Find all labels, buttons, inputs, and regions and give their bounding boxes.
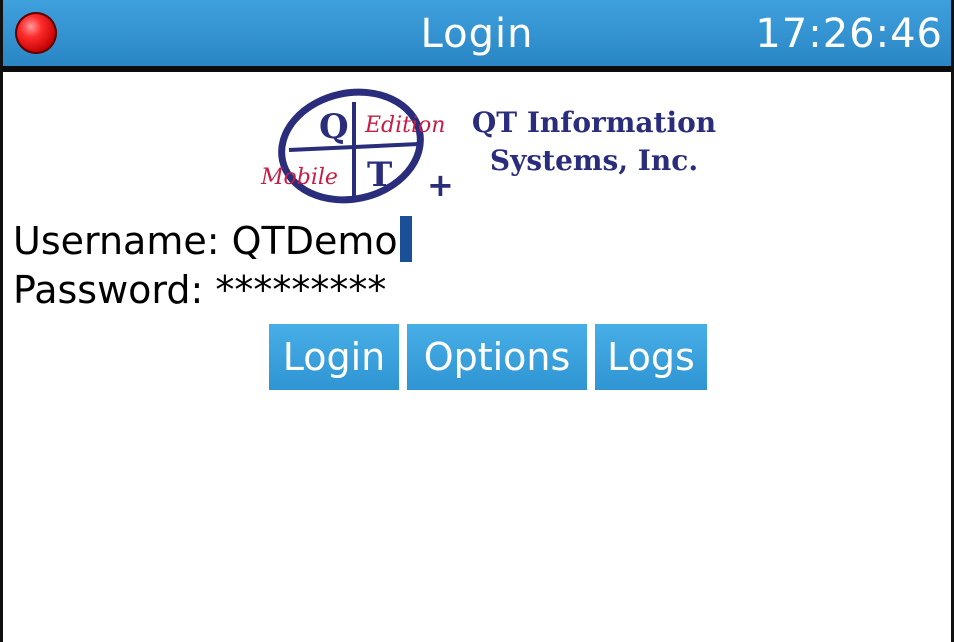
logo-plus: + bbox=[427, 166, 454, 204]
password-label: Password: bbox=[13, 268, 204, 312]
clock-time: 17:26:46 bbox=[755, 11, 943, 57]
qt-logo-icon: Q T Edition Mobile + bbox=[260, 88, 454, 204]
logo-letter-t: T bbox=[367, 155, 392, 195]
company-name-line2: Systems, Inc. bbox=[489, 144, 699, 177]
options-button[interactable]: Options bbox=[407, 324, 587, 390]
username-field[interactable]: Username: QTDemo bbox=[13, 216, 412, 263]
company-logo: Q T Edition Mobile + QT Information Syst… bbox=[259, 82, 729, 214]
password-field[interactable]: Password: ********* bbox=[13, 268, 386, 312]
company-name: QT Information Systems, Inc. bbox=[469, 104, 719, 180]
logo-letter-q: Q bbox=[319, 107, 349, 147]
app-screen: Login 17:26:46 Q T Edition Mobile + QT I… bbox=[0, 0, 954, 642]
text-cursor bbox=[399, 216, 412, 262]
logo-word-mobile: Mobile bbox=[260, 165, 338, 190]
title-bar: Login 17:26:46 bbox=[3, 0, 951, 72]
login-button[interactable]: Login bbox=[269, 324, 399, 390]
password-value[interactable]: ********* bbox=[215, 268, 386, 312]
company-name-line1: QT Information bbox=[471, 106, 717, 139]
username-label: Username: bbox=[13, 219, 220, 263]
logs-button[interactable]: Logs bbox=[595, 324, 707, 390]
button-row: Login Options Logs bbox=[269, 324, 707, 390]
logo-word-edition: Edition bbox=[364, 113, 445, 138]
username-value[interactable]: QTDemo bbox=[232, 219, 398, 263]
